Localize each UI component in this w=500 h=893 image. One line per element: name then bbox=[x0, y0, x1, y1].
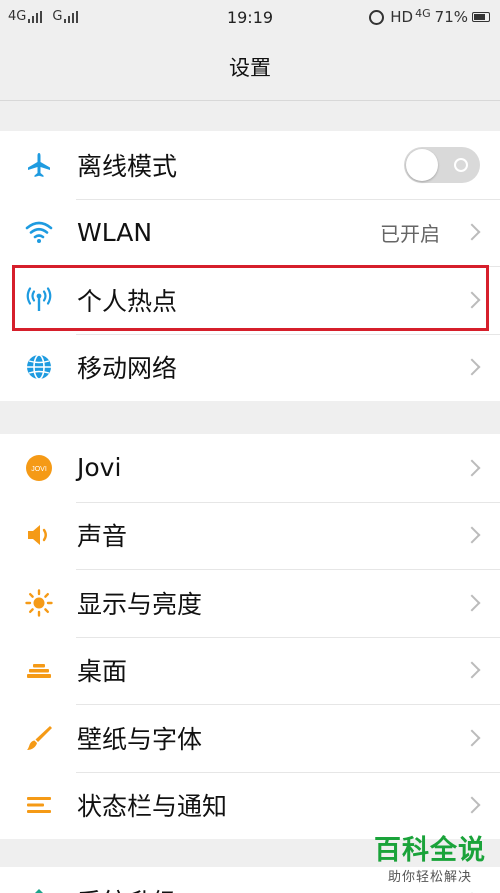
setting-row-personal-hotspot[interactable]: 个人热点 bbox=[0, 266, 500, 334]
wlan-status-value: 已开启 bbox=[380, 221, 440, 246]
toggle-knob bbox=[406, 148, 438, 181]
airplane-mode-toggle[interactable] bbox=[404, 146, 480, 183]
data-network-indicator: 4G bbox=[415, 6, 431, 20]
setting-row-airplane-mode[interactable]: 离线模式 bbox=[0, 131, 500, 199]
hd-indicator: HD bbox=[390, 8, 414, 26]
setting-label: 系统升级 bbox=[77, 867, 177, 893]
setting-label: WLAN bbox=[77, 217, 153, 247]
brightness-icon bbox=[24, 588, 54, 618]
settings-screen: 4G G 19:19 HD 4G 71% 设置 离线模式 WLAN 已开启 个人… bbox=[0, 0, 500, 893]
wifi-icon bbox=[24, 217, 54, 247]
setting-label: 离线模式 bbox=[77, 151, 178, 181]
setting-label: 状态栏与通知 bbox=[77, 792, 228, 822]
setting-row-jovi[interactable]: JOVI Jovi bbox=[0, 434, 500, 502]
status-bar: 4G G 19:19 HD 4G 71% bbox=[0, 0, 500, 36]
setting-row-sound[interactable]: 声音 bbox=[0, 501, 500, 570]
chevron-right-icon bbox=[463, 358, 481, 376]
settings-group-network: 离线模式 WLAN 已开启 个人热点 移动网络 bbox=[0, 131, 500, 401]
watermark: 百科全说 助你轻松解决 bbox=[374, 835, 486, 886]
chevron-right-icon bbox=[463, 796, 481, 814]
setting-label: 声音 bbox=[77, 522, 128, 552]
setting-label: 桌面 bbox=[77, 657, 128, 687]
toggle-off-indicator bbox=[454, 157, 468, 172]
chevron-right-icon bbox=[463, 223, 481, 241]
desktop-icon bbox=[24, 655, 54, 685]
setting-row-mobile-network[interactable]: 移动网络 bbox=[0, 333, 500, 402]
chevron-right-icon bbox=[463, 459, 481, 477]
setting-row-desktop[interactable]: 桌面 bbox=[0, 636, 500, 705]
setting-label: 显示与亮度 bbox=[77, 589, 203, 619]
hotspot-icon bbox=[24, 285, 54, 315]
battery-icon bbox=[472, 12, 490, 22]
status-indicators: HD 4G 71% bbox=[369, 6, 490, 26]
airplane-icon bbox=[24, 150, 54, 180]
setting-label: 移动网络 bbox=[77, 354, 178, 384]
watermark-title: 百科全说 bbox=[374, 835, 486, 866]
title-bar: 设置 bbox=[0, 36, 500, 101]
chevron-right-icon bbox=[463, 729, 481, 747]
watermark-subtitle: 助你轻松解决 bbox=[387, 870, 472, 885]
svg-text:JOVI: JOVI bbox=[31, 466, 47, 473]
globe-icon bbox=[24, 352, 54, 382]
chevron-right-icon bbox=[463, 526, 481, 544]
setting-row-wallpaper-font[interactable]: 壁纸与字体 bbox=[0, 704, 500, 772]
chevron-right-icon bbox=[463, 594, 481, 612]
brush-icon bbox=[24, 723, 54, 753]
battery-percent: 71% bbox=[434, 8, 468, 26]
setting-label: Jovi bbox=[77, 453, 122, 483]
settings-group-personalization: JOVI Jovi 声音 显示与亮度 桌面 壁纸与字体 状态栏与通知 bbox=[0, 434, 500, 839]
alarm-icon bbox=[369, 9, 385, 25]
setting-row-statusbar-notifications[interactable]: 状态栏与通知 bbox=[0, 771, 500, 840]
setting-row-display-brightness[interactable]: 显示与亮度 bbox=[0, 569, 500, 637]
statusbar-icon bbox=[24, 790, 54, 820]
chevron-right-icon bbox=[463, 661, 481, 679]
upgrade-icon bbox=[24, 886, 54, 893]
setting-label: 个人热点 bbox=[77, 286, 178, 316]
setting-row-wlan[interactable]: WLAN 已开启 bbox=[0, 198, 500, 267]
page-title: 设置 bbox=[229, 56, 271, 80]
setting-label: 壁纸与字体 bbox=[77, 724, 203, 754]
jovi-icon: JOVI bbox=[24, 453, 54, 483]
speaker-icon bbox=[24, 520, 54, 550]
chevron-right-icon bbox=[463, 291, 481, 309]
